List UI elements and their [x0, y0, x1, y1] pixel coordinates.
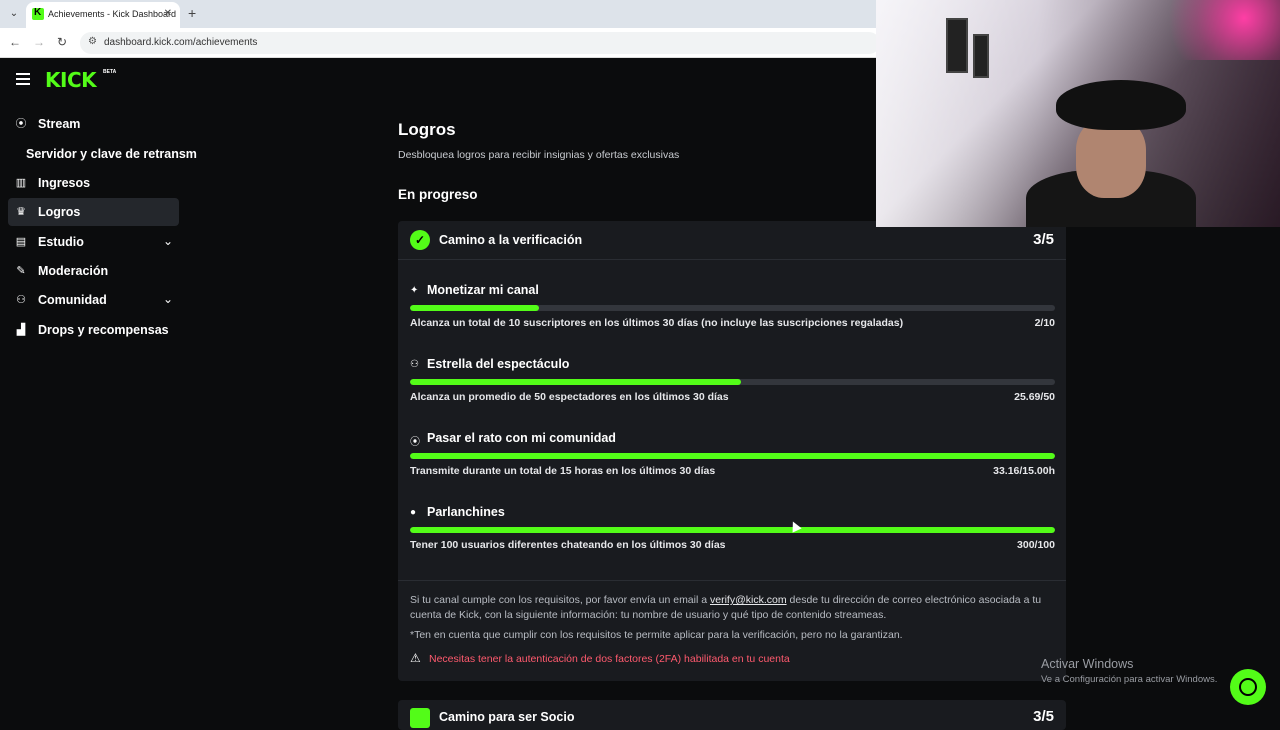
sparkle-icon: ✦ [410, 285, 419, 296]
progress-bar [410, 305, 1055, 311]
goal-item: ● Parlanchines Tener 100 usuarios difere… [410, 505, 1055, 565]
sidebar-item-label: Stream [38, 117, 81, 131]
people-star-icon: ⚇ [410, 359, 419, 370]
sidebar-item-estudio[interactable]: ▤ Estudio ⌄ [8, 228, 179, 256]
goal-description: Alcanza un total de 10 suscriptores en l… [410, 317, 904, 329]
goal-title: Estrella del espectáculo [427, 357, 570, 371]
goal-description: Tener 100 usuarios diferentes chateando … [410, 539, 726, 551]
goal-title: Parlanchines [427, 505, 505, 519]
sidebar-item-label: Ingresos [38, 176, 91, 190]
close-icon[interactable]: ✕ [164, 8, 172, 19]
chart-icon: ▥ [15, 177, 27, 189]
sidebar-item-server-key[interactable]: Servidor y clave de retransm [8, 140, 197, 168]
wrench-icon: ✎ [16, 265, 26, 277]
goal-value: 33.16/15.00h [993, 465, 1055, 477]
url-input[interactable]: ⚙ dashboard.kick.com/achievements [80, 32, 880, 54]
card-title: Camino a la verificación [439, 233, 583, 247]
webcam-poster [946, 18, 968, 73]
sidebar-item-label: Logros [38, 205, 81, 219]
sidebar-item-stream[interactable]: ⦿ Stream [8, 110, 179, 138]
tab-search-icon[interactable]: ⌄ [6, 6, 22, 22]
goal-item: ⚇ Estrella del espectáculo Alcanza un pr… [410, 357, 1055, 417]
card-progress-count: 3/5 [1033, 708, 1054, 725]
trophy-icon: ♛ [16, 206, 26, 218]
url-text: dashboard.kick.com/achievements [104, 37, 258, 48]
goal-description: Alcanza un promedio de 50 espectadores e… [410, 391, 729, 403]
progress-bar [410, 527, 1055, 533]
card-divider [398, 580, 1066, 581]
goal-value: 2/10 [1034, 317, 1055, 329]
sidebar-item-label: Moderación [38, 264, 109, 278]
progress-fill [410, 305, 539, 311]
sidebar-item-label: Estudio [38, 235, 84, 249]
verification-info: Si tu canal cumple con los requisitos, p… [410, 593, 1055, 623]
windows-activation-title: Activar Windows [1041, 657, 1134, 671]
sidebar-item-logros[interactable]: ♛ Logros [8, 198, 179, 226]
new-tab-icon[interactable]: + [188, 5, 196, 21]
sidebar-item-drops[interactable]: ▟ Drops y recompensas [8, 316, 179, 344]
sidebar-item-ingresos[interactable]: ▥ Ingresos [8, 169, 179, 197]
page-title: Logros [398, 120, 456, 139]
sidebar-item-comunidad[interactable]: ⚇ Comunidad ⌄ [8, 286, 179, 314]
chat-bubble-icon: ● [410, 507, 417, 518]
card-progress-count: 3/5 [1033, 231, 1054, 248]
sidebar-item-label: Comunidad [38, 293, 107, 307]
achievement-card-partner[interactable]: Camino para ser Socio 3/5 [398, 700, 1066, 730]
info-text-pre: Si tu canal cumple con los requisitos, p… [410, 594, 710, 606]
sidebar-item-label: Servidor y clave de retransm [26, 147, 197, 161]
browser-tab[interactable]: Achievements - Kick Dashboard ✕ [26, 2, 180, 28]
support-chat-icon[interactable] [1230, 669, 1266, 705]
goal-item: ⦿ Pasar el rato con mi comunidad Transmi… [410, 431, 1055, 491]
goal-title: Pasar el rato con mi comunidad [427, 431, 616, 445]
verify-email-link[interactable]: verify@kick.com [710, 594, 787, 606]
goal-item: ✦ Monetizar mi canal Alcanza un total de… [410, 283, 1055, 343]
webcam-overlay [876, 0, 1280, 227]
studio-icon: ▤ [15, 236, 27, 248]
progress-fill [410, 527, 1055, 533]
progress-bar [410, 453, 1055, 459]
webcam-person-hat [1056, 80, 1186, 130]
sidebar-item-label: Drops y recompensas [38, 323, 169, 337]
chevron-down-icon[interactable]: ⌄ [163, 292, 173, 306]
reload-icon[interactable]: ↻ [57, 35, 67, 49]
goal-value: 300/100 [1017, 539, 1055, 551]
chevron-down-icon[interactable]: ⌄ [163, 234, 173, 248]
warning-icon: ⚠ [410, 651, 421, 665]
back-icon[interactable]: ← [9, 35, 21, 49]
webcam-poster [973, 34, 989, 78]
progress-fill [410, 453, 1055, 459]
card-title: Camino para ser Socio [439, 710, 575, 724]
page-subtitle: Desbloquea logros para recibir insignias… [398, 149, 680, 161]
progress-bar [410, 379, 1055, 385]
progress-fill [410, 379, 742, 385]
achievement-card-verification: ✓ Camino a la verificación 3/5 ✦ Monetiz… [398, 221, 1066, 681]
menu-icon[interactable] [16, 73, 30, 85]
webcam-light [1160, 0, 1280, 60]
partner-badge-icon [410, 708, 430, 728]
warning-text: Necesitas tener la autenticación de dos … [429, 653, 790, 665]
goal-value: 25.69/50 [1014, 391, 1055, 403]
webcam-person-face [1076, 118, 1146, 198]
verified-badge-icon: ✓ [410, 230, 430, 250]
section-title: En progreso [398, 187, 478, 202]
broadcast-icon: ⦿ [410, 437, 420, 448]
people-icon: ⚇ [16, 294, 26, 306]
sidebar-item-moderacion[interactable]: ✎ Moderación [8, 257, 179, 285]
beta-badge: BETA [103, 69, 117, 75]
verification-note: *Ten en cuenta que cumplir con los requi… [410, 629, 903, 641]
goal-description: Transmite durante un total de 15 horas e… [410, 465, 716, 477]
site-info-icon[interactable]: ⚙ [88, 36, 97, 47]
broadcast-icon: ⦿ [15, 118, 27, 130]
tab-title: Achievements - Kick Dashboard [48, 9, 177, 19]
kick-logo[interactable]: KICK [45, 68, 97, 92]
gift-icon: ▟ [16, 324, 26, 336]
forward-icon[interactable]: → [33, 35, 45, 49]
windows-activation-subtitle: Ve a Configuración para activar Windows. [1041, 674, 1218, 685]
kick-favicon-icon [32, 7, 44, 20]
goal-title: Monetizar mi canal [427, 283, 539, 297]
